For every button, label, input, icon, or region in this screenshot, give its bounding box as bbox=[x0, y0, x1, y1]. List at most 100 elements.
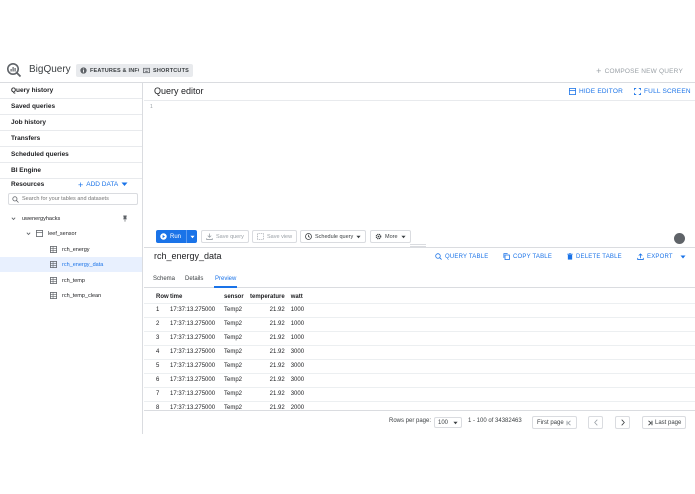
first-page-icon bbox=[566, 419, 572, 426]
temperature-cell: 21.92 bbox=[269, 391, 285, 397]
first-page-button[interactable]: First page bbox=[532, 416, 577, 429]
table-row: 1 17:37:13.275000 Temp2 21.92 1000 bbox=[150, 303, 321, 317]
table-name: rch_temp_clean bbox=[62, 292, 102, 299]
query-table-button[interactable]: QUERY TABLE bbox=[435, 253, 488, 260]
compose-label: COMPOSE NEW QUERY bbox=[604, 67, 683, 75]
table-title: rch_energy_data bbox=[154, 251, 222, 261]
tree-project-row[interactable]: uwenergyhacks bbox=[0, 211, 142, 226]
active-tab-indicator bbox=[214, 286, 237, 288]
nav-query-history[interactable]: Query history bbox=[0, 83, 142, 99]
last-page-button[interactable]: Last page bbox=[642, 416, 687, 429]
query-editor-textarea[interactable] bbox=[144, 100, 695, 227]
bigquery-logo-icon bbox=[6, 62, 22, 78]
tab-details[interactable]: Details bbox=[185, 276, 203, 282]
sensor-cell: Temp2 bbox=[224, 335, 243, 341]
previous-page-button[interactable] bbox=[588, 416, 603, 429]
time-cell: 17:37:13.275000 bbox=[170, 349, 216, 355]
export-button[interactable]: EXPORT bbox=[637, 253, 686, 260]
tree-dataset-row[interactable]: leef_sensor bbox=[0, 226, 142, 241]
row-number: 1 bbox=[156, 307, 160, 313]
temperature-cell: 21.92 bbox=[269, 377, 285, 383]
watt-cell: 1000 bbox=[290, 307, 305, 313]
features-info-button[interactable]: FEATURES & INFO bbox=[76, 64, 147, 77]
export-icon bbox=[637, 253, 644, 260]
table-row: 4 17:37:13.275000 Temp2 21.92 3000 bbox=[150, 345, 321, 359]
status-circle-icon[interactable] bbox=[674, 233, 685, 244]
next-page-button[interactable] bbox=[615, 416, 630, 429]
features-info-label: FEATURES & INFO bbox=[90, 67, 143, 74]
compose-new-query-button[interactable]: + COMPOSE NEW QUERY bbox=[596, 66, 683, 76]
play-icon bbox=[160, 233, 167, 240]
temperature-cell: 21.92 bbox=[269, 307, 285, 313]
table-icon bbox=[50, 277, 57, 284]
save-view-label: Save view bbox=[267, 233, 293, 240]
watt-cell: 1000 bbox=[290, 335, 305, 341]
tree-table-row[interactable]: rch_energy bbox=[0, 242, 142, 257]
nav-transfers[interactable]: Transfers bbox=[0, 131, 142, 147]
column-header: temperature bbox=[250, 293, 285, 300]
nav-scheduled-queries[interactable]: Scheduled queries bbox=[0, 147, 142, 163]
time-cell: 17:37:13.275000 bbox=[170, 377, 216, 383]
save-icon bbox=[206, 233, 213, 240]
shortcuts-button[interactable]: SHORTCUTS bbox=[139, 64, 194, 77]
view-icon bbox=[257, 233, 264, 240]
nav-job-history[interactable]: Job history bbox=[0, 115, 142, 131]
save-query-button[interactable]: Save query bbox=[201, 230, 249, 243]
chevron-right-icon bbox=[620, 419, 626, 426]
table-row: 3 17:37:13.275000 Temp2 21.92 1000 bbox=[150, 331, 321, 345]
more-button[interactable]: More bbox=[370, 230, 411, 243]
nav-bi-engine[interactable]: BI Engine bbox=[0, 163, 142, 179]
sidebar: Query history Saved queries Job history … bbox=[0, 83, 143, 434]
resource-search-field[interactable] bbox=[8, 193, 138, 205]
full-screen-button[interactable]: FULL SCREEN bbox=[634, 88, 691, 95]
tree-table-row-selected[interactable]: rch_energy_data bbox=[0, 257, 142, 272]
nav-saved-queries[interactable]: Saved queries bbox=[0, 99, 142, 115]
caret-down-icon bbox=[400, 235, 406, 239]
tree-table-row[interactable]: rch_temp bbox=[0, 273, 142, 288]
add-data-label: ADD DATA bbox=[86, 181, 119, 188]
tab-preview[interactable]: Preview bbox=[215, 276, 236, 282]
copy-table-button[interactable]: COPY TABLE bbox=[503, 253, 552, 260]
line-number: 1 bbox=[150, 104, 153, 110]
first-page-label: First page bbox=[537, 419, 564, 426]
save-view-button[interactable]: Save view bbox=[252, 230, 298, 243]
divider bbox=[144, 247, 695, 248]
tab-schema[interactable]: Schema bbox=[153, 276, 175, 282]
run-button[interactable]: Run bbox=[156, 230, 197, 243]
top-bar: BigQuery FEATURES & INFO SHORTCUTS + COM… bbox=[0, 59, 695, 83]
watt-cell: 3000 bbox=[290, 349, 305, 355]
table-icon bbox=[50, 261, 57, 268]
delete-table-label: DELETE TABLE bbox=[576, 253, 622, 260]
temperature-cell: 21.92 bbox=[269, 349, 285, 355]
table-row: 7 17:37:13.275000 Temp2 21.92 3000 bbox=[150, 387, 321, 401]
column-header: Row bbox=[156, 293, 169, 300]
tree-table-row[interactable]: rch_temp_clean bbox=[0, 288, 142, 303]
hide-editor-button[interactable]: HIDE EDITOR bbox=[569, 88, 623, 95]
plus-icon: + bbox=[78, 179, 84, 190]
delete-table-button[interactable]: DELETE TABLE bbox=[567, 253, 622, 260]
sensor-cell: Temp2 bbox=[224, 363, 243, 369]
watt-cell: 3000 bbox=[290, 377, 305, 383]
pin-icon[interactable] bbox=[122, 215, 128, 222]
schedule-query-button[interactable]: Schedule query bbox=[300, 230, 367, 243]
table-row: 5 17:37:13.275000 Temp2 21.92 3000 bbox=[150, 359, 321, 373]
run-label: Run bbox=[170, 233, 182, 240]
caret-down-icon bbox=[680, 255, 686, 259]
caret-down-icon bbox=[356, 235, 361, 239]
query-table-icon bbox=[435, 253, 442, 260]
chevron-left-icon bbox=[593, 419, 599, 426]
chevron-down-icon bbox=[26, 231, 31, 236]
column-header: sensor bbox=[224, 293, 244, 300]
resource-search-input[interactable] bbox=[22, 196, 132, 202]
dataset-icon bbox=[36, 230, 43, 237]
add-data-button[interactable]: + ADD DATA bbox=[78, 179, 128, 190]
trash-icon bbox=[567, 253, 573, 260]
chevron-down-icon bbox=[11, 216, 16, 221]
table-name: rch_energy bbox=[62, 246, 90, 253]
pagination-bar: Rows per page: 100 1 - 100 of 34382463 F… bbox=[144, 410, 695, 434]
shortcuts-label: SHORTCUTS bbox=[153, 67, 190, 74]
run-options-dropdown[interactable] bbox=[187, 235, 197, 239]
dataset-name: leef_sensor bbox=[48, 230, 77, 237]
table-icon bbox=[50, 292, 57, 299]
rows-per-page-select[interactable]: 100 bbox=[434, 417, 463, 428]
